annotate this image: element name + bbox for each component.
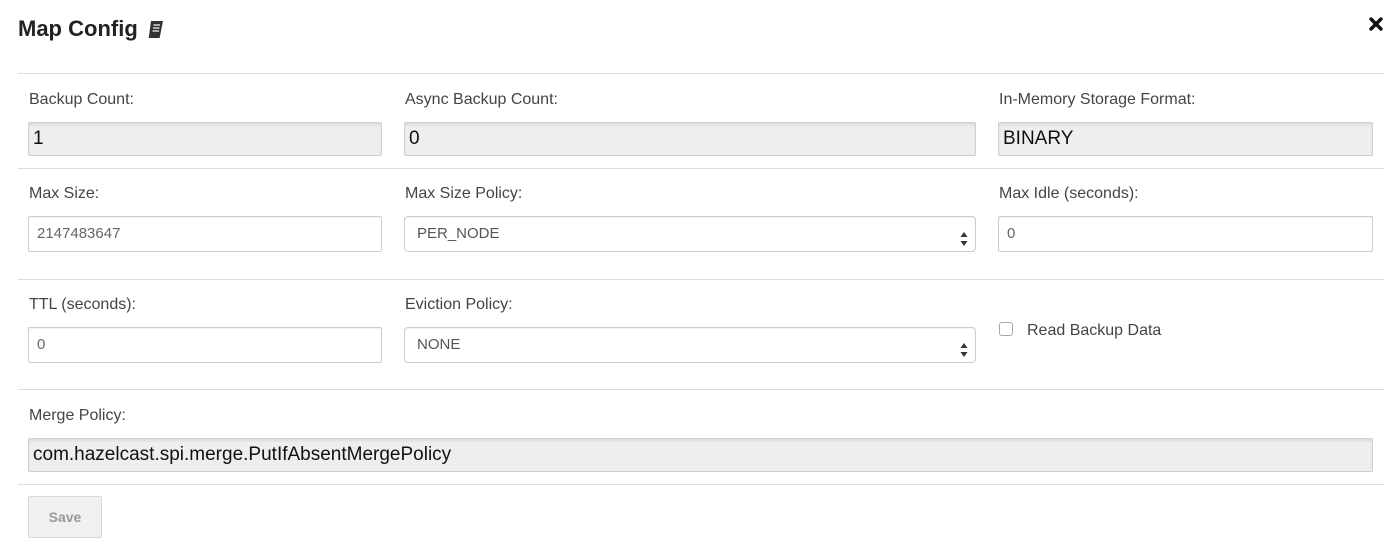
- merge-policy-label: Merge Policy:: [29, 407, 126, 424]
- max-idle-input[interactable]: 0: [998, 216, 1373, 252]
- eviction-policy-select[interactable]: NONE: [404, 327, 976, 363]
- divider: [18, 168, 1384, 169]
- max-size-policy-select[interactable]: PER_NODE: [404, 216, 976, 252]
- eviction-policy-value: NONE: [417, 336, 461, 353]
- eviction-policy-label: Eviction Policy:: [405, 296, 513, 313]
- backup-count-label: Backup Count:: [29, 91, 134, 108]
- book-icon[interactable]: [147, 19, 165, 39]
- close-icon[interactable]: [1368, 16, 1384, 32]
- max-size-policy-label: Max Size Policy:: [405, 185, 523, 202]
- select-arrows-icon: [960, 337, 968, 357]
- merge-policy-field: com.hazelcast.spi.merge.PutIfAbsentMerge…: [28, 438, 1373, 472]
- backup-count-field: 1: [28, 122, 382, 156]
- divider: [18, 279, 1384, 280]
- async-backup-count-field: 0: [404, 122, 976, 156]
- ttl-label: TTL (seconds):: [29, 296, 136, 313]
- max-size-label: Max Size:: [29, 185, 100, 202]
- select-arrows-icon: [960, 226, 968, 246]
- divider: [18, 73, 1384, 74]
- ttl-input[interactable]: 0: [28, 327, 382, 363]
- read-backup-data-checkbox[interactable]: [999, 322, 1013, 336]
- modal-header: Map Config: [18, 14, 165, 44]
- async-backup-count-label: Async Backup Count:: [405, 91, 558, 108]
- read-backup-data-label[interactable]: Read Backup Data: [1027, 322, 1161, 340]
- divider: [18, 484, 1384, 485]
- page-title: Map Config: [18, 16, 138, 41]
- divider: [18, 389, 1384, 390]
- max-size-policy-value: PER_NODE: [417, 225, 500, 242]
- max-size-input[interactable]: 2147483647: [28, 216, 382, 252]
- in-memory-format-label: In-Memory Storage Format:: [999, 91, 1196, 108]
- max-idle-label: Max Idle (seconds):: [999, 185, 1139, 202]
- save-button[interactable]: Save: [28, 496, 102, 538]
- in-memory-format-field: BINARY: [998, 122, 1373, 156]
